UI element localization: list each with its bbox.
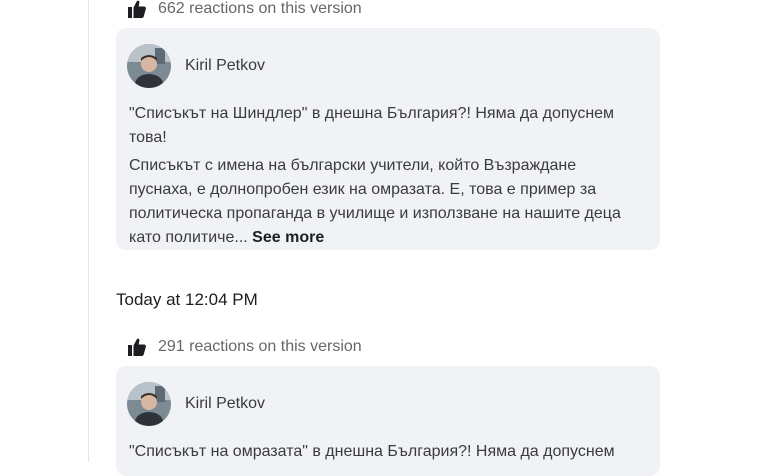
avatar[interactable] (127, 44, 171, 88)
reaction-summary[interactable]: 662 reactions on this version (127, 0, 362, 20)
divider (88, 0, 89, 462)
author-name[interactable]: Kiril Petkov (185, 57, 265, 75)
post-title: "Списъкът на омразата" в днешна България… (129, 443, 615, 460)
version-timestamp: Today at 12:04 PM (116, 290, 258, 309)
post-title: "Списъкът на Шиндлер" в днешна България?… (129, 105, 615, 146)
thumbs-up-icon (127, 0, 147, 19)
avatar[interactable] (127, 382, 171, 426)
reaction-summary[interactable]: 291 reactions on this version (127, 336, 362, 358)
post-header: Kiril Petkov (127, 44, 265, 88)
post-body-text: Списъкът с имена на български учители, к… (129, 157, 621, 246)
post-header: Kiril Petkov (127, 382, 265, 426)
reaction-count-text: 291 reactions on this version (158, 338, 362, 355)
see-more-link[interactable]: See more (252, 229, 324, 246)
post-card: Kiril Petkov "Списъкът на омразата" в дн… (116, 366, 660, 476)
thumbs-up-icon (127, 337, 147, 357)
author-name[interactable]: Kiril Petkov (185, 395, 265, 413)
post-card: Kiril Petkov "Списъкът на Шиндлер" в дне… (116, 28, 660, 250)
post-body: Списъкът с имена на български учители, к… (129, 154, 629, 250)
reaction-count-text: 662 reactions on this version (158, 0, 362, 17)
